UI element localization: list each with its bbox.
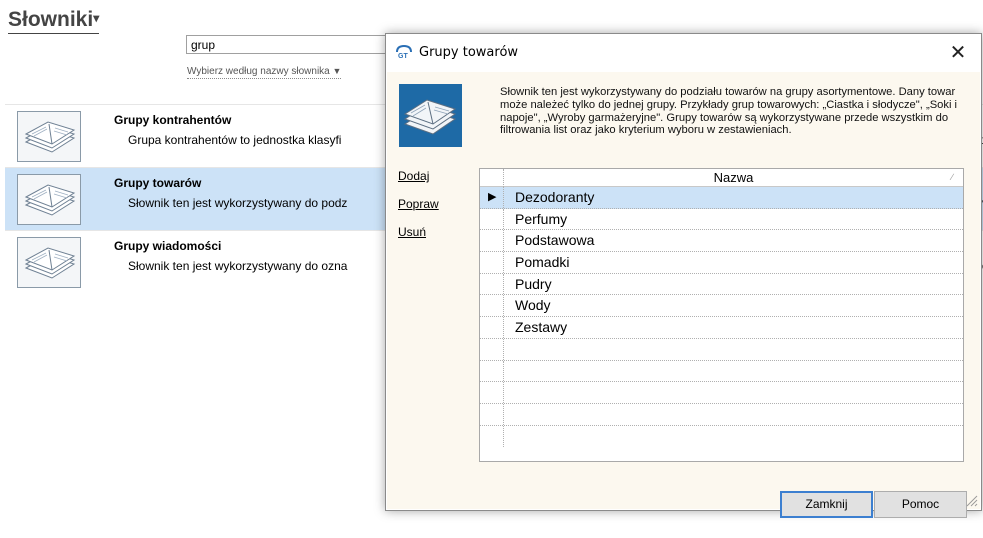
add-link[interactable]: Dodaj — [398, 169, 439, 183]
empty-row — [480, 360, 963, 383]
table-cell: Wody — [515, 297, 551, 314]
row-pointer-icon: ▶ — [488, 191, 497, 203]
table-cell: Dezodoranty — [515, 189, 595, 205]
search-mode-label: Wybierz według nazwy słownika — [187, 66, 330, 77]
table-row[interactable]: ▶ Dezodoranty — [480, 187, 963, 209]
table-cell: Podstawowa — [515, 232, 595, 249]
empty-row — [480, 338, 963, 361]
open-book-icon — [17, 174, 81, 225]
column-header-nazwa[interactable]: Nazwa — [504, 169, 963, 187]
edit-link[interactable]: Popraw — [398, 197, 439, 211]
dialog-title: Grupy towarów — [419, 45, 519, 60]
row-selector[interactable] — [480, 273, 504, 295]
row-selector — [480, 425, 504, 448]
row-selector[interactable] — [480, 295, 504, 317]
chevron-down-icon[interactable]: ▾ — [93, 11, 99, 25]
empty-row — [480, 382, 963, 404]
table-row[interactable]: Wody — [480, 295, 963, 318]
grid-header: Nazwa ∕ — [480, 169, 963, 187]
table-row[interactable]: Pudry — [480, 273, 963, 296]
row-selector[interactable] — [480, 252, 504, 273]
empty-row — [480, 425, 963, 448]
row-selector — [480, 338, 504, 360]
page-title[interactable]: Słowniki▾ — [8, 8, 100, 35]
grid-header-selector — [480, 169, 504, 187]
dictionary-description: Grupa kontrahentów to jednostka klasyfi — [128, 133, 342, 147]
gt-app-icon: GT — [396, 45, 412, 59]
action-links: Dodaj Popraw Usuń — [398, 169, 439, 253]
close-icon[interactable]: ✕ — [935, 34, 981, 72]
dialog-description: Słownik ten jest wykorzystywany do podzi… — [500, 86, 958, 137]
svg-text:GT: GT — [398, 53, 408, 59]
dictionary-description: Słownik ten jest wykorzystywany do podz — [128, 196, 348, 210]
table-row[interactable]: Zestawy — [480, 317, 963, 339]
table-cell: Pomadki — [515, 254, 570, 271]
dialog-client: Słownik ten jest wykorzystywany do podzi… — [387, 72, 980, 518]
sort-icon: ∕ — [951, 172, 953, 182]
table-cell: Zestawy — [515, 319, 568, 336]
resize-grip-icon[interactable] — [964, 493, 978, 507]
open-book-icon — [17, 237, 81, 288]
help-button[interactable]: Pomoc — [874, 491, 967, 518]
page-title-label: Słowniki — [8, 8, 94, 31]
dictionary-name: Grupy wiadomości — [114, 239, 222, 253]
dictionary-name: Grupy kontrahentów — [114, 113, 232, 127]
table-row[interactable]: Perfumy — [480, 208, 963, 231]
table-cell: Pudry — [515, 275, 552, 292]
row-selector[interactable] — [480, 230, 504, 252]
table-cell: Perfumy — [515, 210, 568, 227]
groups-grid[interactable]: Nazwa ∕ ▶ Dezodoranty Perfumy Podstawowa… — [479, 168, 964, 462]
open-book-icon — [399, 84, 462, 147]
empty-row — [480, 403, 963, 426]
open-book-icon — [17, 111, 81, 162]
row-selector[interactable] — [480, 208, 504, 230]
dictionary-name: Grupy towarów — [114, 176, 202, 190]
dictionary-dialog: GT Grupy towarów ✕ Słownik ten jest wyko… — [385, 33, 982, 518]
search-input[interactable] — [186, 35, 416, 54]
row-selector — [480, 382, 504, 403]
row-selector — [480, 403, 504, 425]
row-selector[interactable]: ▶ — [480, 187, 504, 208]
delete-link[interactable]: Usuń — [398, 225, 439, 239]
dialog-titlebar[interactable]: GT Grupy towarów ✕ — [386, 34, 981, 72]
row-selector[interactable] — [480, 317, 504, 338]
close-button[interactable]: Zamknij — [780, 491, 873, 518]
row-selector — [480, 360, 504, 382]
chevron-down-icon: ▼ — [332, 66, 342, 76]
table-row[interactable]: Pomadki — [480, 252, 963, 274]
table-row[interactable]: Podstawowa — [480, 230, 963, 253]
dictionary-description: Słownik ten jest wykorzystywany do ozna — [128, 259, 348, 273]
search-mode-dropdown[interactable]: Wybierz według nazwy słownika ▼ — [187, 65, 342, 79]
